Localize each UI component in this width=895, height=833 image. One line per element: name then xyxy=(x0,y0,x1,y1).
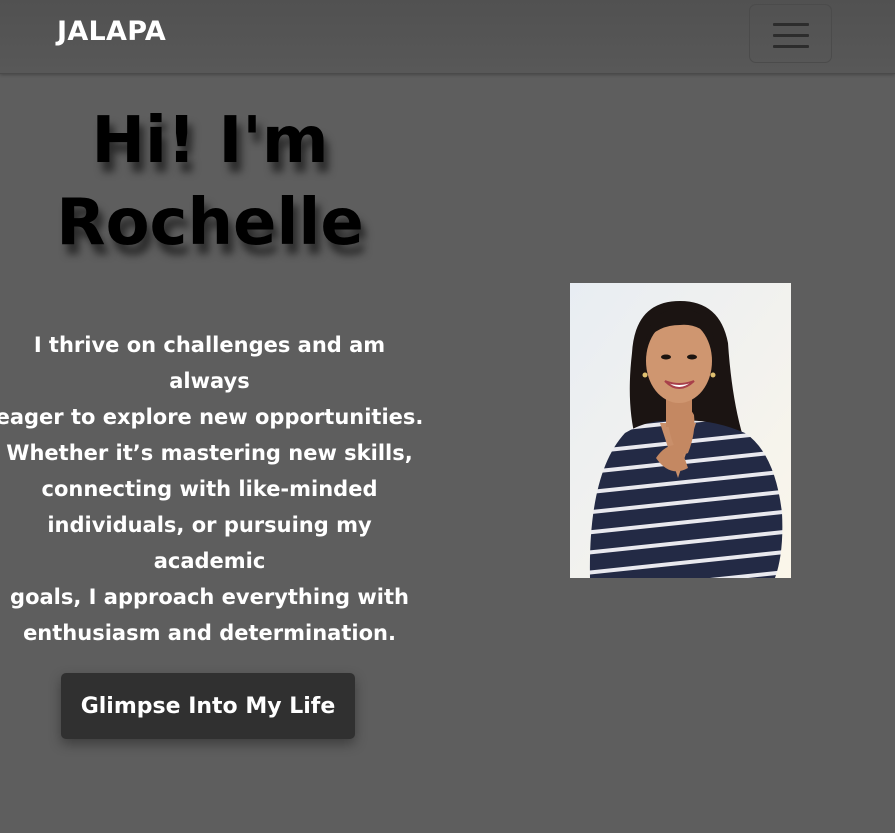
hero-title-line-1: Hi! I'm xyxy=(91,104,329,178)
glimpse-into-my-life-button[interactable]: Glimpse Into My Life xyxy=(61,673,355,739)
hero-description-line: I thrive on challenges and am always xyxy=(33,333,386,393)
hero-description: I thrive on challenges and am always eag… xyxy=(0,327,427,651)
navbar: JALAPA xyxy=(0,0,895,74)
hero-title: Hi! I'm Rochelle xyxy=(25,100,395,264)
hero-description-line: eager to explore new opportunities. xyxy=(0,405,424,429)
navbar-toggle-button[interactable] xyxy=(749,4,832,63)
brand-logo-link[interactable]: JALAPA xyxy=(57,16,166,47)
hero-description-line: Whether it’s mastering new skills, xyxy=(6,441,413,465)
hero-title-line-2: Rochelle xyxy=(56,186,364,260)
hero-description-line: enthusiasm and determination. xyxy=(23,621,396,645)
hero-description-line: goals, I approach everything with xyxy=(10,585,409,609)
hero-description-line: individuals, or pursuing my academic xyxy=(47,513,372,573)
profile-photo xyxy=(570,283,791,578)
hero-description-line: connecting with like-minded xyxy=(41,477,378,501)
